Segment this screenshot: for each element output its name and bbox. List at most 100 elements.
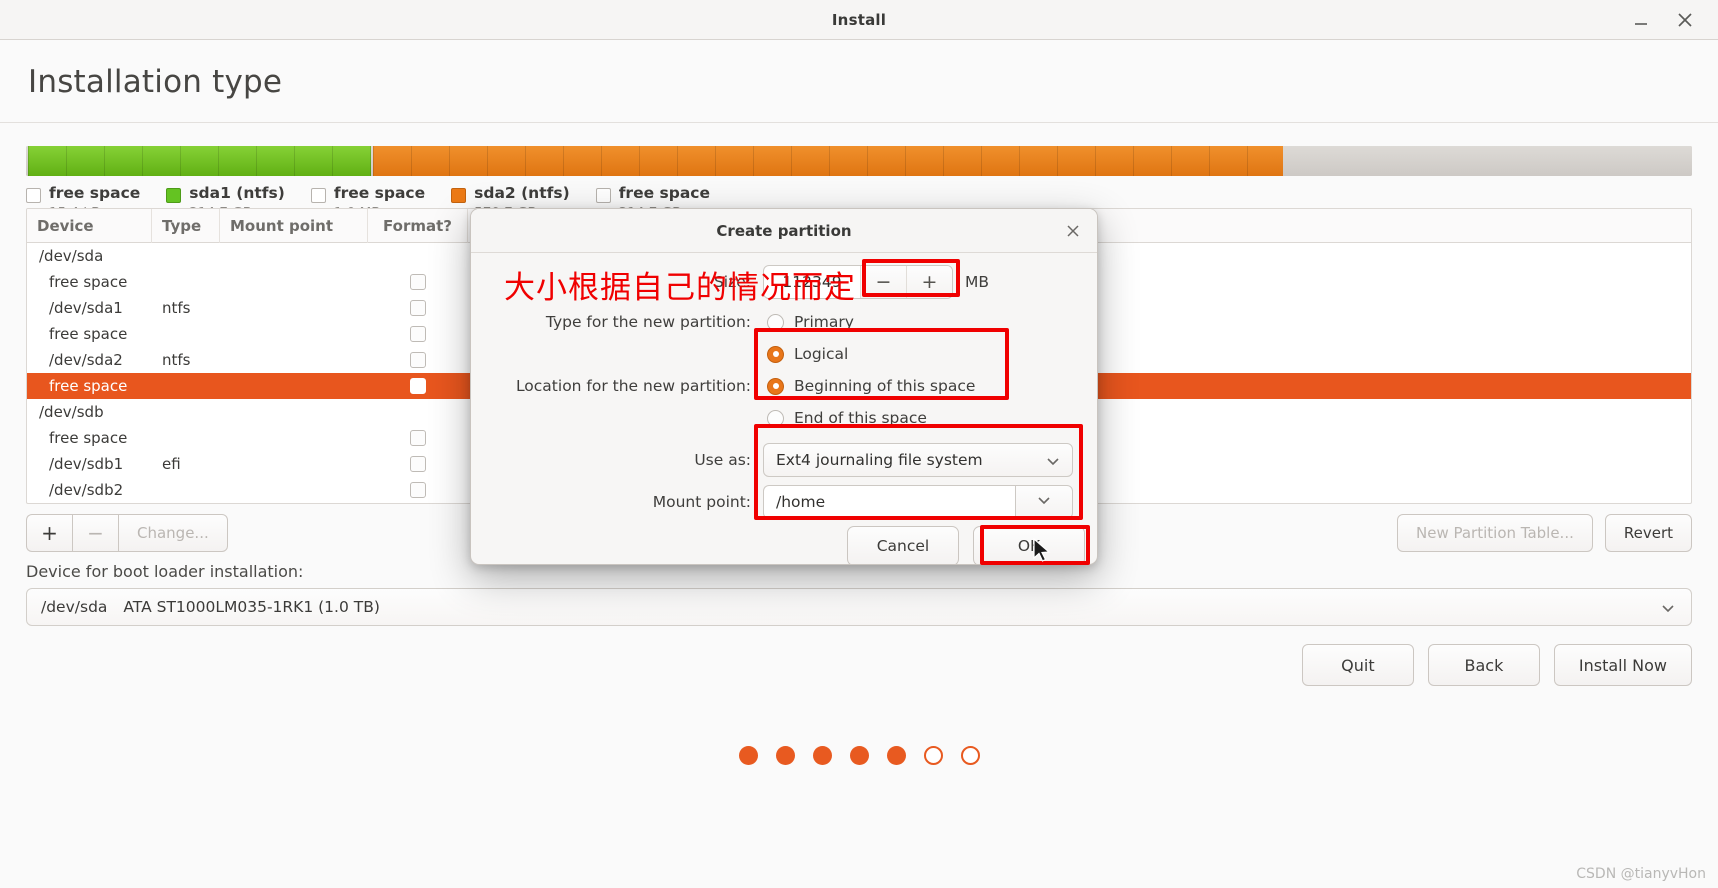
- close-icon[interactable]: [1063, 221, 1083, 241]
- partition-edit-buttons: + − Change...: [26, 514, 228, 552]
- radio-dot-end: [767, 409, 784, 427]
- bootloader-device-description: ATA ST1000LM035-1RK1 (1.0 TB): [123, 598, 380, 616]
- page-header: Installation type: [0, 41, 1718, 123]
- radio-end-of-space[interactable]: End of this space: [763, 403, 927, 433]
- cell-type: [152, 425, 220, 451]
- dialog-title-bar: Create partition: [471, 209, 1097, 253]
- legend-swatch-icon: [26, 188, 41, 203]
- format-checkbox[interactable]: [410, 378, 426, 394]
- progress-dot: [960, 746, 980, 765]
- use-as-select[interactable]: Ext4 journaling file system: [763, 443, 1073, 477]
- cell-type: [152, 243, 220, 269]
- type-logical-option[interactable]: Logical: [763, 339, 848, 369]
- mount-point-input[interactable]: /home: [763, 485, 1015, 519]
- revert-button[interactable]: Revert: [1604, 514, 1692, 552]
- back-button[interactable]: Back: [1427, 644, 1540, 686]
- legend-name: free space: [49, 184, 141, 202]
- column-header-type[interactable]: Type: [152, 209, 220, 243]
- cell-format: [368, 321, 468, 347]
- size-decrement-button[interactable]: −: [860, 266, 906, 298]
- quit-button[interactable]: Quit: [1301, 644, 1414, 686]
- progress-dot: [886, 746, 906, 765]
- disk-segment-1: [28, 146, 371, 176]
- cell-mount-point: [220, 477, 368, 503]
- cell-type: [152, 269, 220, 295]
- watermark: CSDN @tianyvHon: [1576, 866, 1706, 882]
- cell-type: [152, 321, 220, 347]
- progress-dot: [812, 746, 832, 765]
- cell-format: [368, 451, 468, 477]
- window-title-bar: Install: [0, 0, 1718, 40]
- cell-device: /dev/sdb: [39, 403, 104, 421]
- cell-format: [368, 373, 468, 399]
- cell-format: [368, 425, 468, 451]
- mount-point-label: Mount point:: [652, 493, 751, 511]
- dialog-title: Create partition: [716, 221, 852, 240]
- cell-mount-point: [220, 399, 368, 425]
- change-partition-button[interactable]: Change...: [118, 514, 228, 552]
- cell-mount-point: [220, 373, 368, 399]
- column-header-mount-point[interactable]: Mount point: [220, 209, 368, 243]
- cell-format: [368, 295, 468, 321]
- bootloader-device-select[interactable]: /dev/sda ATA ST1000LM035-1RK1 (1.0 TB): [26, 588, 1692, 626]
- location-row: Location for the new partition: Beginnin…: [471, 371, 1097, 401]
- ok-button[interactable]: OK: [973, 526, 1085, 564]
- close-icon[interactable]: [1674, 9, 1696, 31]
- size-increment-button[interactable]: +: [906, 266, 952, 298]
- location-end-option[interactable]: End of this space: [763, 403, 927, 433]
- cancel-button[interactable]: Cancel: [847, 526, 959, 564]
- mount-point-dropdown-button[interactable]: [1015, 485, 1073, 519]
- cell-format: [368, 399, 468, 425]
- legend-swatch-icon: [451, 188, 467, 203]
- install-now-button[interactable]: Install Now: [1553, 644, 1692, 686]
- format-checkbox[interactable]: [410, 482, 426, 498]
- type-primary-option[interactable]: Primary: [763, 307, 854, 337]
- minimize-icon[interactable]: [1630, 9, 1652, 31]
- progress-dot: [849, 746, 869, 765]
- location-beginning-option[interactable]: Beginning of this space: [763, 371, 975, 401]
- format-checkbox[interactable]: [410, 456, 426, 472]
- radio-beginning-of-space[interactable]: Beginning of this space: [763, 371, 975, 401]
- column-header-format-[interactable]: Format?: [368, 209, 468, 243]
- format-checkbox[interactable]: [410, 274, 426, 290]
- type-row: Type for the new partition: Primary: [471, 307, 1097, 337]
- page-title: Installation type: [28, 63, 283, 100]
- legend-name: free space: [618, 184, 710, 202]
- type-label: Type for the new partition:: [545, 313, 751, 331]
- dialog-body: Size: 112349 − + MB Type for the new par…: [471, 265, 1097, 564]
- use-as-control: Ext4 journaling file system: [763, 443, 1073, 477]
- disk-usage-bar: [26, 146, 1692, 176]
- progress-dot: [775, 746, 795, 765]
- cell-format: [368, 269, 468, 295]
- format-checkbox[interactable]: [410, 326, 426, 342]
- radio-logical[interactable]: Logical: [763, 339, 848, 369]
- new-partition-table-button[interactable]: New Partition Table...: [1397, 514, 1593, 552]
- format-checkbox[interactable]: [410, 430, 426, 446]
- progress-dot: [738, 746, 758, 765]
- radio-label-beginning: Beginning of this space: [794, 377, 976, 395]
- mouse-cursor-icon: [1033, 538, 1051, 562]
- disk-segment-3: [373, 146, 1284, 176]
- cell-device: /dev/sdb2: [49, 481, 124, 499]
- chevron-down-icon: [1035, 491, 1053, 513]
- legend-name: sda1 (ntfs): [189, 184, 285, 202]
- format-checkbox[interactable]: [410, 300, 426, 316]
- legend-swatch-icon: [166, 188, 182, 203]
- column-header-device[interactable]: Device: [27, 209, 152, 243]
- add-partition-button[interactable]: +: [26, 514, 72, 552]
- radio-primary[interactable]: Primary: [763, 307, 854, 337]
- legend-name: free space: [333, 184, 426, 202]
- cell-mount-point: [220, 243, 368, 269]
- cell-mount-point: [220, 451, 368, 477]
- chevron-down-icon: [1044, 444, 1062, 478]
- remove-partition-button[interactable]: −: [72, 514, 118, 552]
- cell-format: [368, 347, 468, 373]
- window-controls: [1630, 0, 1708, 40]
- cell-device: /dev/sda: [39, 247, 104, 265]
- wizard-progress-dots: [0, 746, 1718, 765]
- bootloader-device: /dev/sda: [41, 598, 108, 616]
- progress-dot: [923, 746, 943, 765]
- location-label: Location for the new partition:: [515, 377, 751, 395]
- format-checkbox[interactable]: [410, 352, 426, 368]
- cell-type: [152, 399, 220, 425]
